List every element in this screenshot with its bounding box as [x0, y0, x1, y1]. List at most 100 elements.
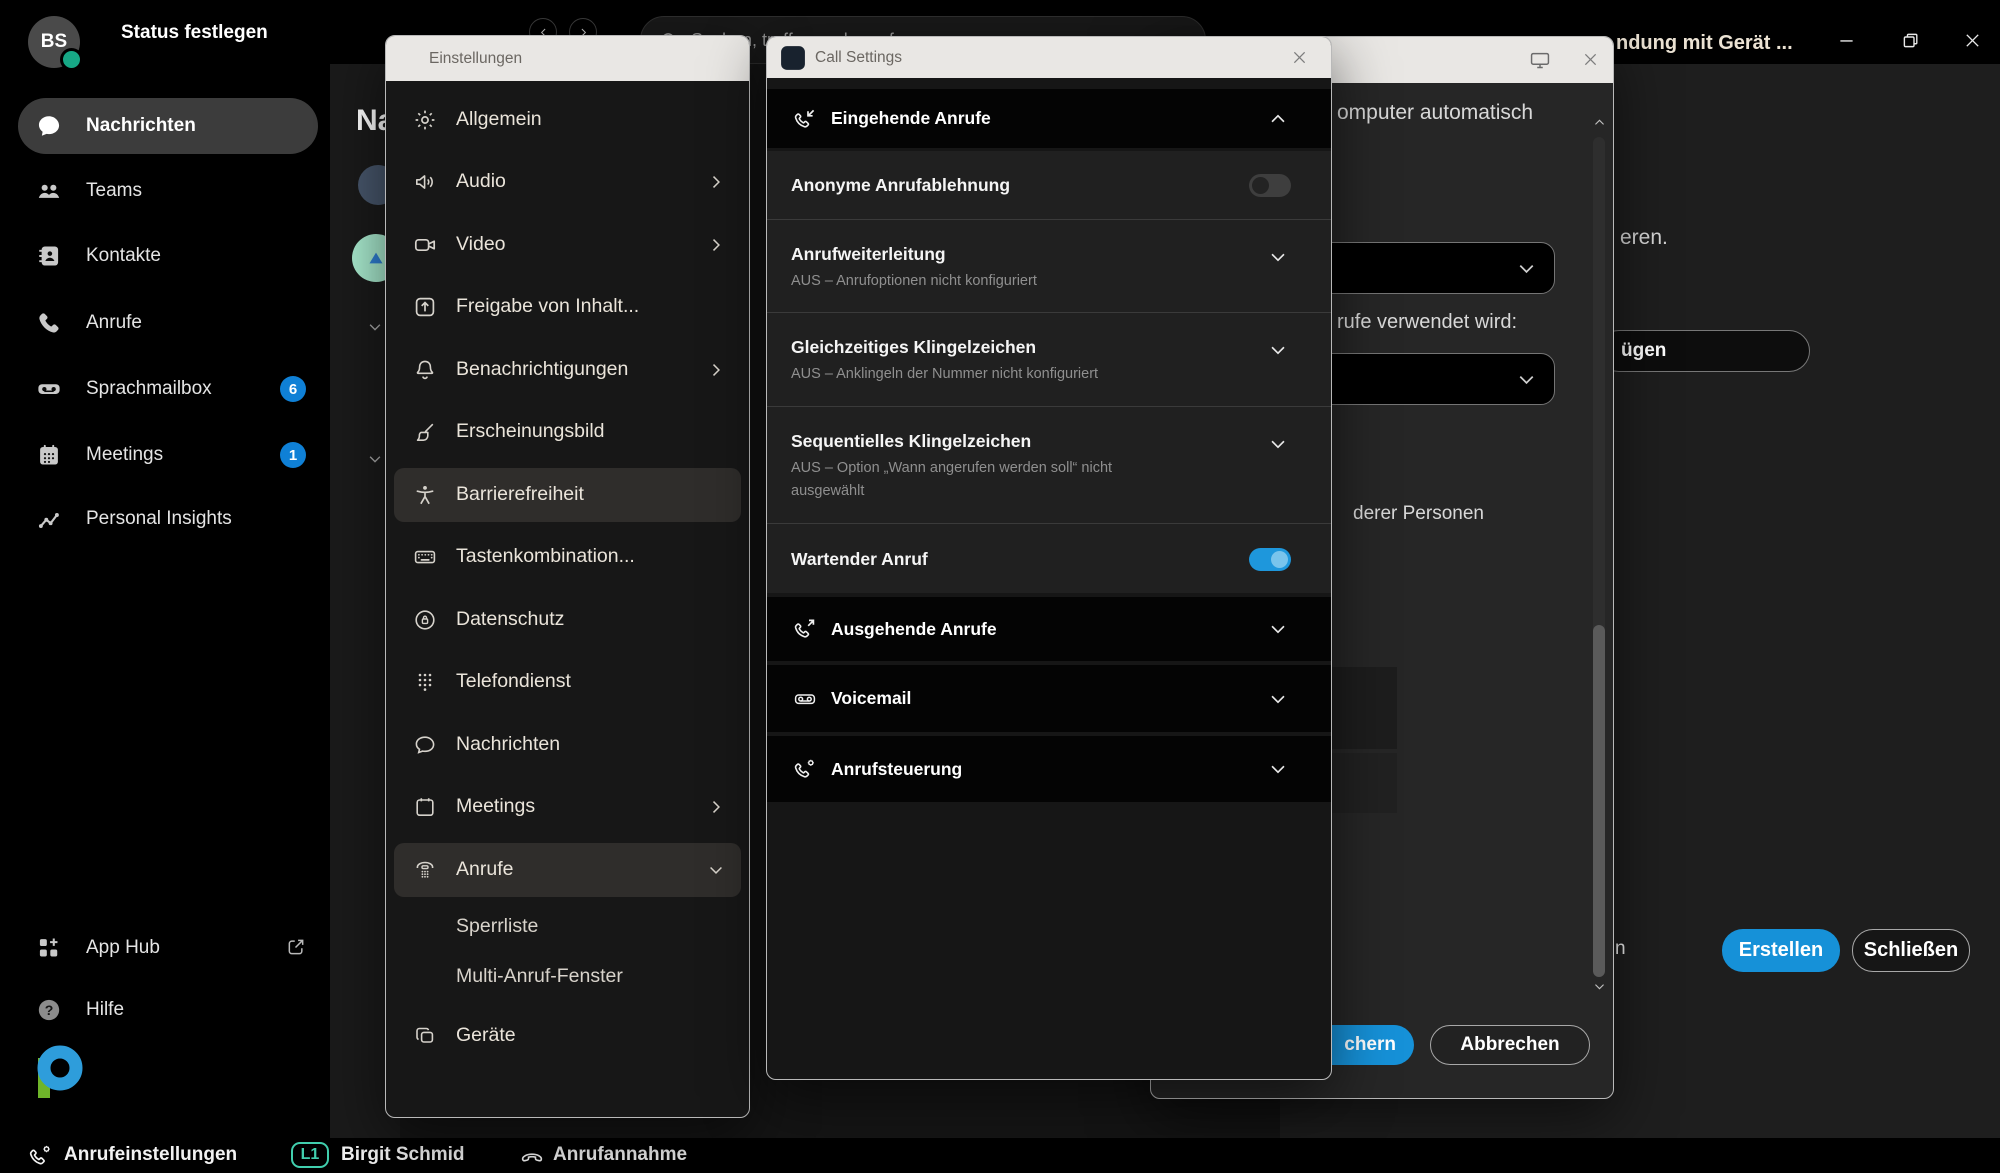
settings-menu-item-geräte[interactable]: Geräte — [386, 1011, 749, 1061]
company-logo — [34, 1040, 84, 1106]
call-settings-expander-subtitle: AUS – Anklingeln der Nummer nicht konfig… — [791, 363, 1098, 386]
settings-dialog-titlebar: Einstellungen — [386, 36, 749, 81]
call-settings-row-voicemail[interactable]: Voicemail — [767, 665, 1331, 732]
sidebar-item-teams[interactable]: Teams — [0, 163, 330, 219]
statusbar-user-name[interactable]: Birgit Schmid — [341, 1144, 465, 1166]
sidebar-item-hilfe[interactable]: Hilfe — [0, 984, 330, 1036]
call-settings-section-label: Voicemail — [831, 688, 911, 709]
minimize-button[interactable] — [1832, 26, 1860, 54]
sidebar-item-personal-insights[interactable]: Personal Insights — [0, 491, 330, 547]
call-incoming-icon — [793, 107, 817, 131]
scrollbar-thumb[interactable] — [1593, 625, 1605, 977]
settings-menu-item-nachrichten[interactable]: Nachrichten — [386, 720, 749, 770]
call-settings-row-anonyme-anrufablehnung[interactable]: Anonyme Anrufablehnung — [767, 151, 1331, 219]
settings-menu-item-tastenkombination-[interactable]: Tastenkombination... — [386, 532, 749, 582]
bell-icon — [413, 358, 437, 382]
unread-count-badge: 1 — [280, 442, 306, 468]
call-settings-row-gleichzeitiges-klingelzeichen[interactable]: Gleichzeitiges KlingelzeichenAUS – Ankli… — [767, 312, 1331, 406]
sidebar-item-sprachmailbox[interactable]: Sprachmailbox6 — [0, 361, 330, 417]
settings-menu-item-barrierefreiheit[interactable]: Barrierefreiheit — [386, 470, 749, 520]
chev-down-icon — [1267, 688, 1289, 710]
settings-menu-item-audio[interactable]: Audio — [386, 157, 749, 207]
call-settings-expander-label: Sequentielles Klingelzeichen — [791, 431, 1031, 452]
settings-menu-item-benachrichtigungen[interactable]: Benachrichtigungen — [386, 345, 749, 395]
chev-down-icon — [1267, 618, 1289, 640]
calendar-grid-icon-wrap — [36, 442, 62, 468]
toggle-on[interactable] — [1249, 548, 1291, 571]
add-button-fragment[interactable]: ügen — [1598, 330, 1810, 372]
settings-menu-item-meetings[interactable]: Meetings — [386, 782, 749, 832]
people-icon-wrap — [36, 178, 62, 204]
restore-button[interactable] — [1896, 26, 1924, 54]
create-button[interactable]: Erstellen — [1722, 929, 1840, 972]
sidebar-item-nachrichten[interactable]: Nachrichten — [0, 98, 330, 154]
scrollbar-down-button[interactable] — [1592, 979, 1607, 994]
call-settings-row-anrufweiterleitung[interactable]: AnrufweiterleitungAUS – Anrufoptionen ni… — [767, 219, 1331, 312]
settings-menu-item-multi-anruf-fenster[interactable]: Multi-Anruf-Fenster — [386, 952, 749, 1002]
sidebar: Nachrichten Teams Kontakte Anrufe Sprachmail… — [0, 64, 330, 1138]
save-button-label-fragment: chern — [1344, 1034, 1396, 1056]
settings-menu-item-label: Geräte — [456, 1024, 516, 1047]
settings-menu-item-label: Meetings — [456, 795, 535, 818]
sidebar-item-app-hub[interactable]: App Hub — [0, 922, 330, 974]
broom-icon-wrap — [413, 420, 437, 444]
call-settings-section-label: Ausgehende Anrufe — [831, 619, 997, 640]
call-settings-row-sequentielles-klingelzeichen[interactable]: Sequentielles KlingelzeichenAUS – Option… — [767, 406, 1331, 523]
gear-icon-wrap — [413, 108, 437, 132]
call-settings-row-ausgehende-anrufe[interactable]: Ausgehende Anrufe — [767, 597, 1331, 661]
line-badge[interactable]: L1 — [291, 1142, 329, 1168]
statusbar-call-settings[interactable]: Anrufeinstellungen — [64, 1144, 237, 1166]
call-settings-expander-label: Anrufweiterleitung — [791, 244, 946, 265]
set-status-button[interactable]: Status festlegen — [121, 22, 268, 44]
settings-menu-item-freigabe-von-inhalt-[interactable]: Freigabe von Inhalt... — [386, 282, 749, 332]
sidebar-item-label: Teams — [86, 180, 142, 202]
keyboard-icon — [413, 545, 437, 569]
settings-menu-item-telefondienst[interactable]: Telefondienst — [386, 657, 749, 707]
chevron-right-icon-wrap — [706, 172, 726, 192]
call-settings-section-label: Eingehende Anrufe — [831, 108, 991, 129]
privacy-icon-wrap — [413, 608, 437, 632]
device-connection-fragment[interactable]: ndung mit Gerät ... — [1616, 32, 1793, 55]
cancel-button[interactable]: Abbrechen — [1430, 1025, 1590, 1065]
monitor-icon — [1529, 49, 1551, 71]
sidebar-item-meetings[interactable]: Meetings1 — [0, 427, 330, 483]
call-settings-toggle-label: Wartender Anruf — [791, 549, 928, 570]
call-settings-toggle-label: Anonyme Anrufablehnung — [791, 175, 1010, 196]
settings-menu-item-video[interactable]: Video — [386, 220, 749, 270]
settings-menu-item-label: Video — [456, 233, 506, 256]
settings-menu-item-sperrliste[interactable]: Sperrliste — [386, 902, 749, 952]
text-fragment: n — [1615, 938, 1626, 960]
chev-down-icon — [706, 860, 726, 880]
sidebar-item-anrufe[interactable]: Anrufe — [0, 295, 330, 351]
settings-menu-item-label: Audio — [456, 170, 506, 193]
settings-menu-item-allgemein[interactable]: Allgemein — [386, 95, 749, 145]
call-settings-row-anrufsteuerung[interactable]: Anrufsteuerung — [767, 736, 1331, 802]
sidebar-item-label: Kontakte — [86, 245, 161, 267]
call-settings-row-eingehende-anrufe[interactable]: Eingehende Anrufe — [767, 89, 1331, 148]
settings-menu-item-label: Barrierefreiheit — [456, 483, 584, 506]
close-dialog-button[interactable] — [1581, 50, 1600, 69]
chev-right-icon — [706, 235, 726, 255]
call-settings-row-wartender-anruf[interactable]: Wartender Anruf — [767, 523, 1331, 593]
toggle-off[interactable] — [1249, 174, 1291, 197]
settings-menu-item-anrufe[interactable]: Anrufe — [386, 845, 749, 895]
call-settings-section-label: Anrufsteuerung — [831, 759, 962, 780]
sidebar-item-label: Personal Insights — [86, 508, 232, 530]
close-button[interactable] — [1958, 26, 1986, 54]
sidebar-item-label: Nachrichten — [86, 115, 196, 137]
phone-icon-wrap — [36, 310, 62, 336]
chat-icon — [36, 113, 62, 139]
bell-icon-wrap — [413, 358, 437, 382]
background-panel-fragment — [1331, 667, 1397, 749]
call-settings-icon — [28, 1143, 53, 1168]
sidebar-item-kontakte[interactable]: Kontakte — [0, 228, 330, 284]
dialog-text-fragment: omputer automatisch — [1337, 101, 1533, 125]
sidebar-item-label: App Hub — [86, 937, 160, 959]
settings-menu-item-datenschutz[interactable]: Datenschutz — [386, 595, 749, 645]
webex-app-window: Nachrichten BS Status festlegen Suchen, … — [0, 0, 2000, 1173]
scrollbar-up-button[interactable] — [1592, 115, 1607, 130]
close-window-button[interactable]: Schließen — [1852, 929, 1970, 972]
settings-menu-item-erscheinungsbild[interactable]: Erscheinungsbild — [386, 407, 749, 457]
statusbar-call-answer[interactable]: Anrufannahme — [553, 1144, 687, 1166]
chevron-down-icon — [366, 318, 384, 336]
